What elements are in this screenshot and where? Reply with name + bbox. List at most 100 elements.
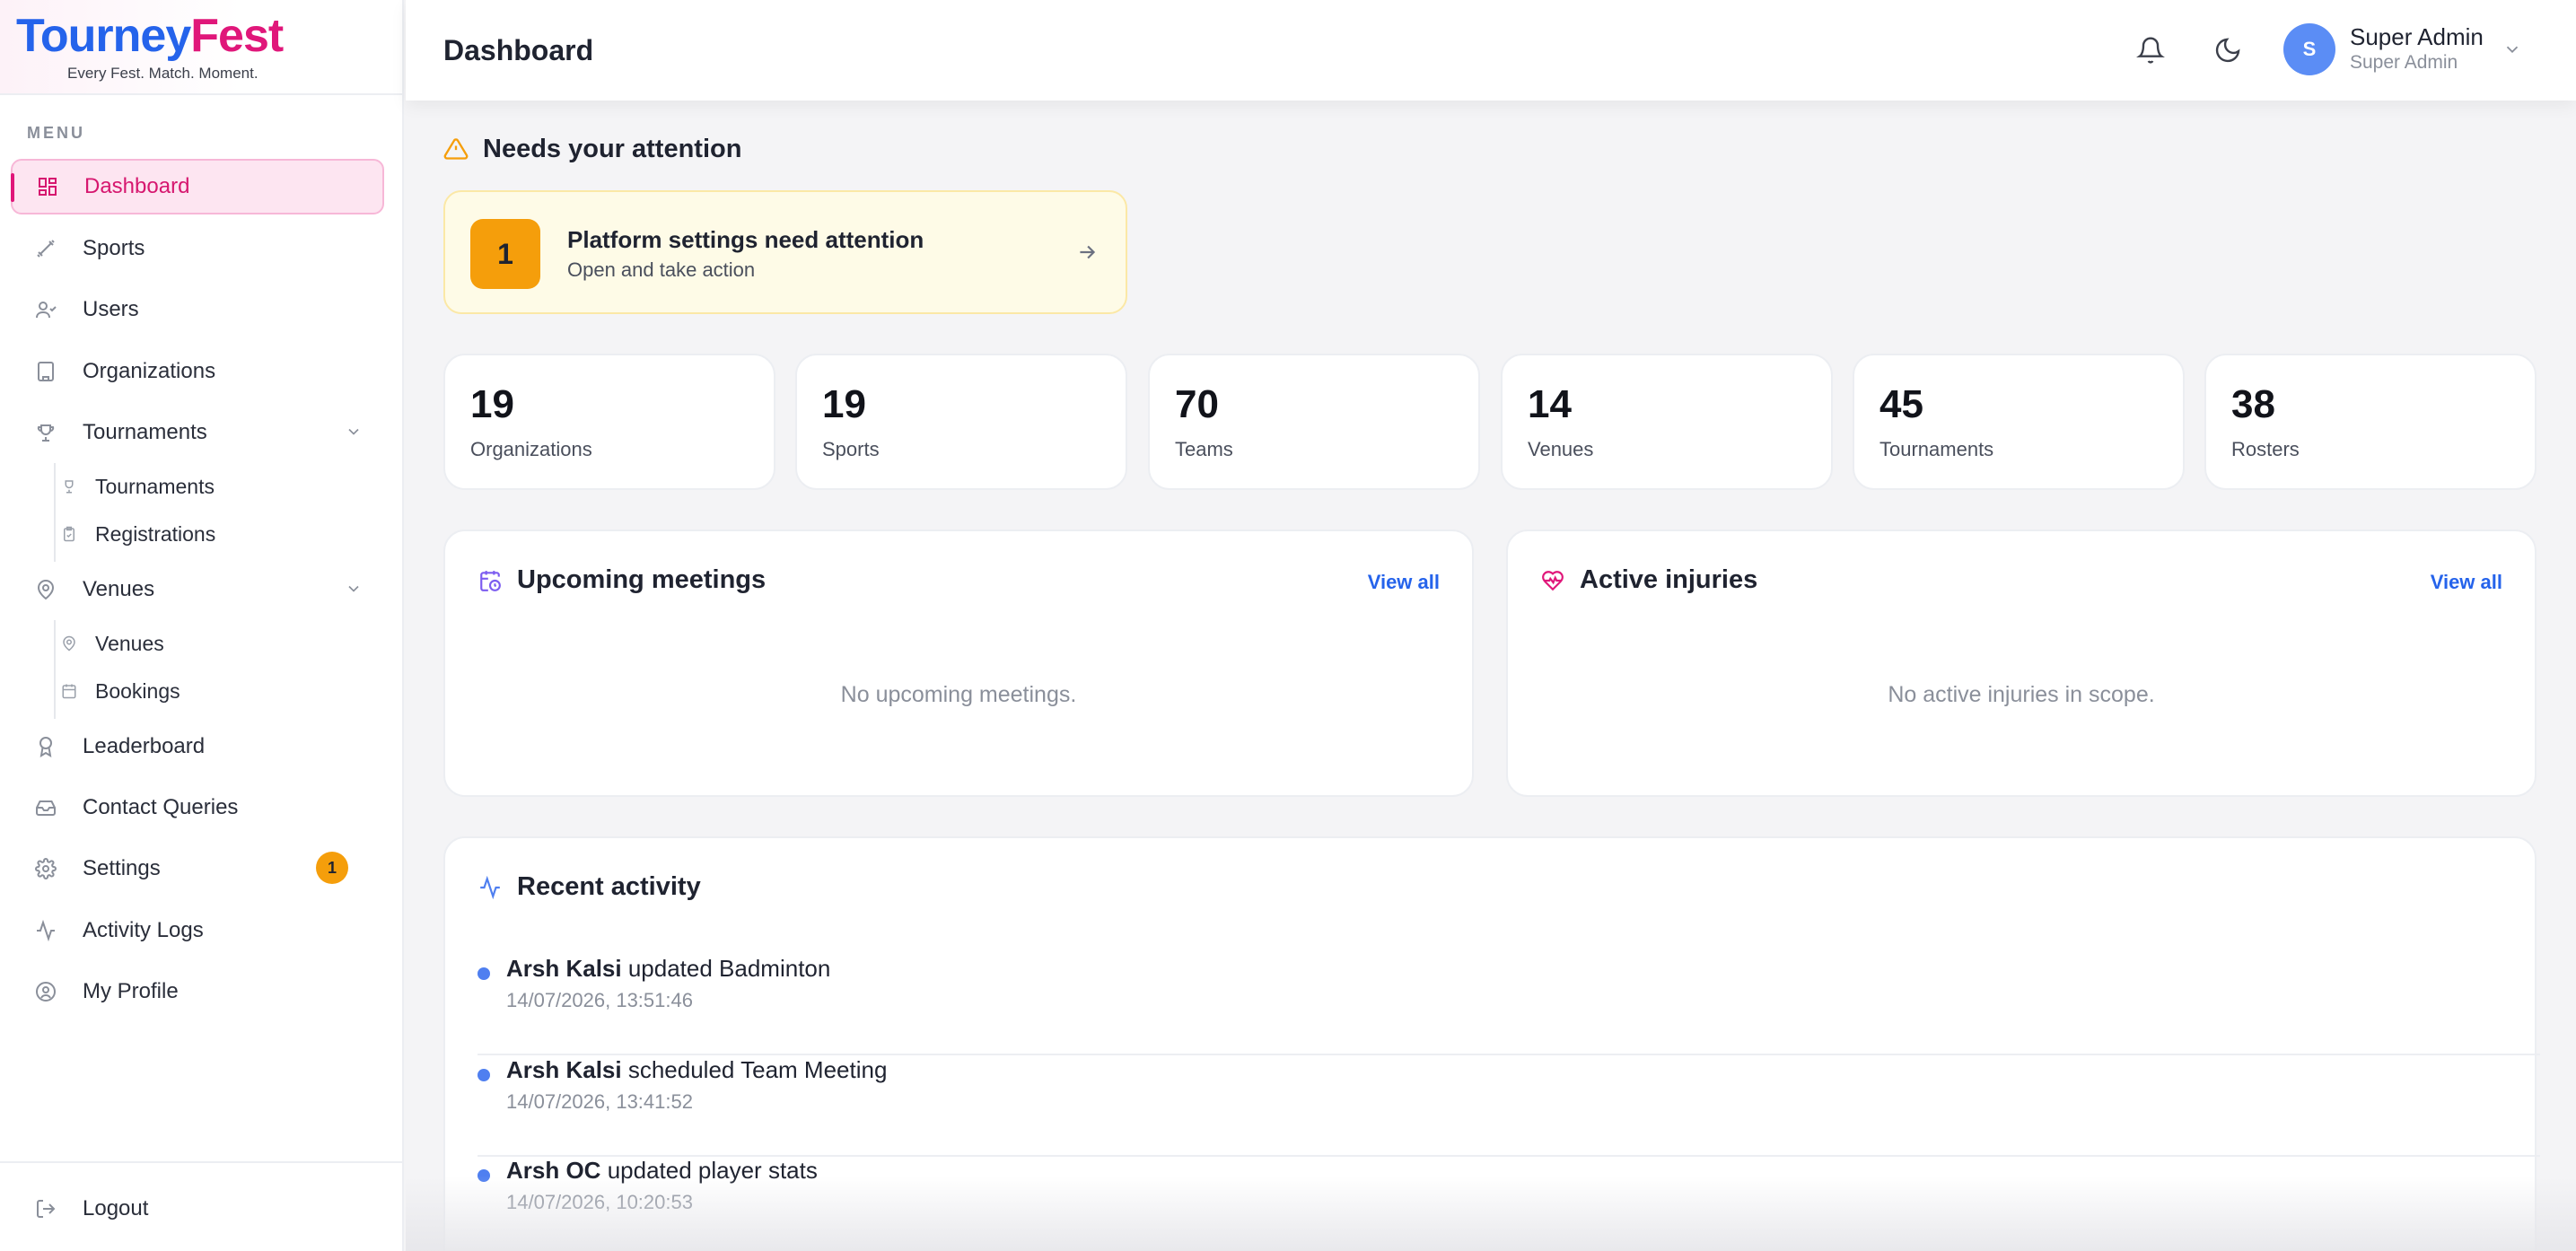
attention-card[interactable]: 1 Platform settings need attention Open … <box>443 190 1127 314</box>
attention-card-subtext: Open and take action <box>567 258 756 281</box>
stat-value: 45 <box>1879 382 1923 426</box>
sidebar-item-contact-queries[interactable]: Contact Queries <box>11 780 384 835</box>
stat-value: 38 <box>2231 382 2275 426</box>
activity-actor: Arsh Kalsi <box>506 1056 622 1083</box>
user-name[interactable]: Super Admin <box>2350 23 2484 51</box>
chevron-down-icon[interactable] <box>2502 39 2522 59</box>
sidebar-item-tournaments[interactable]: Tournaments <box>11 405 384 460</box>
avatar[interactable]: S <box>2283 23 2335 75</box>
activity-dot <box>478 1169 490 1182</box>
stat-card-rosters[interactable]: 38 Rosters <box>2204 354 2537 490</box>
user-role: Super Admin <box>2350 52 2458 73</box>
grid-icon <box>34 173 61 200</box>
stat-label: Rosters <box>2231 438 2300 460</box>
activity-time: 14/07/2026, 10:20:53 <box>506 1191 693 1213</box>
stat-label: Teams <box>1175 438 1233 460</box>
sidebar-item-label: Organizations <box>83 359 216 383</box>
sidebar-subitem-label: Venues <box>95 631 164 655</box>
sidebar-item-activity-logs[interactable]: Activity Logs <box>11 903 384 958</box>
stat-value: 14 <box>1528 382 1572 426</box>
trophy-icon <box>32 419 59 446</box>
sidebar-item-sports[interactable]: Sports <box>11 221 384 276</box>
arrow-right-icon <box>1075 241 1099 264</box>
stat-label: Venues <box>1528 438 1594 460</box>
logout-icon <box>32 1195 59 1222</box>
settings-badge: 1 <box>316 852 348 884</box>
activity-actor: Arsh OC <box>506 1157 601 1184</box>
gear-icon <box>32 855 59 882</box>
activity-item: Arsh OC updated player stats 14/07/2026,… <box>478 1157 2540 1251</box>
active-injuries-panel: Active injuries View all No active injur… <box>1506 529 2537 797</box>
meetings-empty-state: No upcoming meetings. <box>840 682 1077 707</box>
sidebar-item-my-profile[interactable]: My Profile <box>11 964 384 1019</box>
sidebar-subitem-venues[interactable]: Venues <box>59 624 164 663</box>
map-pin-icon <box>59 634 79 653</box>
moon-icon[interactable] <box>2210 32 2246 68</box>
panel-title: Active injuries <box>1540 565 1757 595</box>
activity-action: scheduled Team Meeting <box>621 1056 888 1083</box>
stat-card-venues[interactable]: 14 Venues <box>1501 354 1833 490</box>
activity-title: Recent activity <box>517 872 701 901</box>
sidebar-item-venues[interactable]: Venues <box>11 562 384 617</box>
sidebar-item-label: Sports <box>83 236 145 260</box>
meetings-title: Upcoming meetings <box>517 565 767 594</box>
calendar-icon <box>59 681 79 701</box>
trophy-icon <box>59 477 79 496</box>
map-pin-icon <box>32 576 59 603</box>
sidebar-item-organizations[interactable]: Organizations <box>11 344 384 399</box>
menu-heading: MENU <box>27 124 85 142</box>
panel-title: Upcoming meetings <box>478 565 766 595</box>
stat-card-sports[interactable]: 19 Sports <box>795 354 1127 490</box>
chevron-down-icon[interactable] <box>345 580 363 598</box>
sidebar-subitem-label: Bookings <box>95 678 180 703</box>
building-icon <box>32 358 59 385</box>
recent-activity-panel: Recent activity Arsh Kalsi updated Badmi… <box>443 836 2540 1251</box>
sidebar-item-label: Dashboard <box>84 174 190 198</box>
heart-pulse-icon <box>1540 568 1565 593</box>
activity-text: Arsh Kalsi scheduled Team Meeting <box>506 1056 887 1084</box>
brand-tagline: Every Fest. Match. Moment. <box>67 65 258 82</box>
logout-label: Logout <box>83 1196 149 1220</box>
stat-card-tournaments[interactable]: 45 Tournaments <box>1853 354 2185 490</box>
activity-dot <box>478 967 490 980</box>
sidebar-subitem-tournaments[interactable]: Tournaments <box>59 467 215 506</box>
stat-value: 19 <box>822 382 866 426</box>
activity-time: 14/07/2026, 13:41:52 <box>506 1090 693 1113</box>
sidebar-item-label: Users <box>83 297 139 321</box>
activity-dot <box>478 1069 490 1081</box>
activity-actor: Arsh Kalsi <box>506 955 622 982</box>
sidebar-subitem-label: Registrations <box>95 521 216 546</box>
brand[interactable]: TourneyFest Every Fest. Match. Moment. <box>0 0 402 95</box>
attention-card-title: Platform settings need attention <box>567 226 924 253</box>
stat-card-teams[interactable]: 70 Teams <box>1148 354 1480 490</box>
sidebar-footer: Logout <box>0 1161 404 1251</box>
sidebar-item-leaderboard[interactable]: Leaderboard <box>11 719 384 774</box>
inbox-icon <box>32 794 59 821</box>
injuries-empty-state: No active injuries in scope. <box>1888 682 2155 707</box>
sidebar-subitem-bookings[interactable]: Bookings <box>59 671 180 711</box>
stat-label: Tournaments <box>1879 438 1994 460</box>
meetings-view-all-link[interactable]: View all <box>1368 571 1440 594</box>
activity-text: Arsh Kalsi updated Badminton <box>506 955 830 983</box>
stat-value: 70 <box>1175 382 1219 426</box>
sidebar-item-settings[interactable]: Settings 1 <box>11 841 384 897</box>
users-icon <box>32 296 59 323</box>
injuries-view-all-link[interactable]: View all <box>2431 571 2502 594</box>
bell-icon[interactable] <box>2133 32 2169 68</box>
sidebar-item-label: My Profile <box>83 979 179 1003</box>
chevron-down-icon[interactable] <box>345 423 363 441</box>
logout-button[interactable]: Logout <box>11 1181 384 1237</box>
sidebar-subitem-registrations[interactable]: Registrations <box>59 514 215 554</box>
submenu-line <box>54 463 56 562</box>
sidebar-item-label: Contact Queries <box>83 795 239 819</box>
activity-icon <box>32 917 59 944</box>
sidebar-subitem-label: Tournaments <box>95 474 215 498</box>
dumbbell-icon <box>32 235 59 262</box>
calendar-clock-icon <box>478 568 503 593</box>
user-circle-icon <box>32 978 59 1005</box>
activity-action: updated Badminton <box>621 955 831 982</box>
sidebar-item-dashboard[interactable]: Dashboard <box>11 159 384 214</box>
stat-card-organizations[interactable]: 19 Organizations <box>443 354 775 490</box>
award-icon <box>32 733 59 760</box>
sidebar-item-users[interactable]: Users <box>11 282 384 337</box>
